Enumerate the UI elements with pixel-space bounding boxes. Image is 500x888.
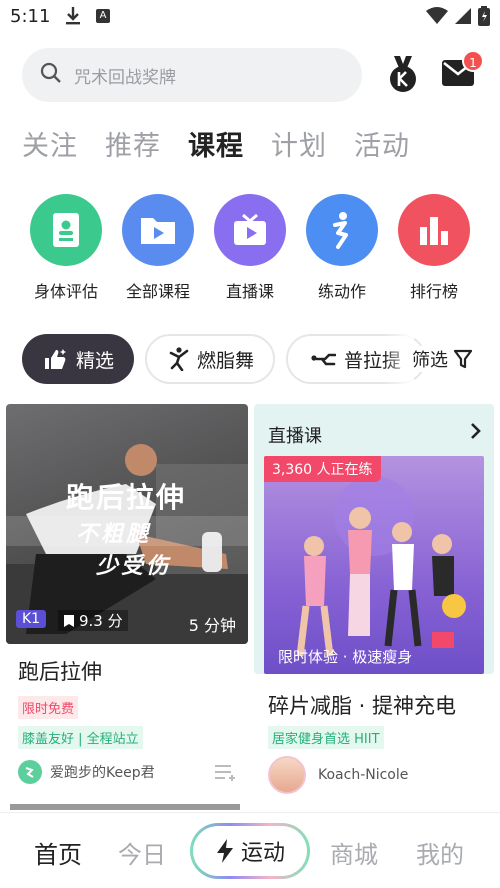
duration: 5 分钟 (188, 616, 236, 635)
cover-subtitle-1: 不粗腿 (76, 522, 152, 547)
rating-value: 9.3 分 (79, 612, 123, 630)
body-assessment-icon (30, 194, 102, 266)
status-time: 5:11 (10, 6, 51, 27)
tab-recommend[interactable]: 推荐 (105, 124, 161, 163)
nav-today[interactable]: 今日 (118, 835, 166, 870)
search-placeholder: 咒术回战奖牌 (74, 67, 176, 88)
signal-icon (455, 8, 471, 24)
funnel-icon (454, 349, 472, 369)
bottom-nav: 首页 今日 运动 商城 我的 (0, 812, 500, 888)
chip-label: 燃脂舞 (197, 349, 255, 372)
category-label: 身体评估 (33, 282, 98, 301)
coach-name: Koach-Nicole (318, 767, 409, 783)
coach[interactable]: Koach-Nicole (268, 756, 408, 794)
tv-live-icon (214, 194, 286, 266)
category-label: 练动作 (317, 282, 366, 301)
live-caption: 限时体验 · 极速瘦身 (278, 648, 413, 666)
category-body-assessment[interactable]: 身体评估 (20, 194, 112, 302)
course-cover-image: 跑后拉伸 不粗腿 少受伤 K1 9.3 分 5 分钟 (6, 404, 248, 644)
live-section-title: 直播课 (268, 426, 322, 447)
author-avatar (18, 760, 42, 784)
live-class-tag: 居家健身首选 HIIT (268, 726, 384, 749)
filter-chips: 精选 燃脂舞 普拉提 筛选 (0, 334, 500, 384)
bar-chart-icon (398, 194, 470, 266)
cover-subtitle-2: 少受伤 (96, 554, 172, 579)
chips-fade (384, 334, 414, 384)
rating: 9.3 分 (58, 610, 128, 631)
battery-icon (478, 6, 490, 26)
thumbs-up-sparkle-icon (44, 348, 68, 370)
level-badge: K1 (16, 610, 47, 628)
category-exercise[interactable]: 练动作 (296, 194, 388, 302)
chevron-right-icon[interactable] (470, 422, 482, 444)
author[interactable]: 爱跑步的Keep君 (18, 760, 155, 784)
a-notification-icon: A (96, 9, 110, 23)
live-class-card[interactable]: 直播课 3,360 人正在练 限时体验 · 极速瘦身 碎片减脂 · 提神充电 居… (254, 404, 496, 804)
notification-badge: 1 (462, 50, 484, 72)
category-live[interactable]: 直播课 (204, 194, 296, 302)
tab-courses[interactable]: 课程 (188, 124, 244, 163)
dancers-illustration (296, 476, 466, 657)
status-bar: 5:11 A (0, 0, 500, 34)
search-icon (40, 62, 62, 88)
nav-home[interactable]: 首页 (34, 835, 82, 870)
coach-avatar (268, 756, 306, 794)
nav-mine[interactable]: 我的 (416, 835, 464, 870)
course-title: 跑后拉伸 (18, 660, 102, 684)
author-name: 爱跑步的Keep君 (50, 765, 155, 781)
download-icon (64, 6, 82, 30)
nav-sport-label: 运动 (240, 841, 285, 866)
filter-label: 筛选 (412, 350, 448, 371)
tab-plan[interactable]: 计划 (271, 124, 327, 163)
chip-label: 精选 (76, 349, 115, 372)
folder-play-icon (122, 194, 194, 266)
live-viewers-pill: 3,360 人正在练 (264, 456, 381, 482)
cover-title: 跑后拉伸 (66, 481, 187, 514)
tab-follow[interactable]: 关注 (22, 124, 78, 163)
category-label: 排行榜 (409, 282, 458, 301)
live-cover-image: 3,360 人正在练 限时体验 · 极速瘦身 (264, 456, 484, 674)
status-indicators (426, 6, 490, 26)
chip-fat-burning-dance[interactable]: 燃脂舞 (145, 334, 275, 384)
next-card-peek (10, 804, 240, 810)
nav-sport-button[interactable]: 运动 (190, 823, 310, 879)
top-tabs: 关注 推荐 课程 计划 活动 (22, 124, 437, 163)
lightning-icon (216, 839, 233, 863)
category-label: 直播课 (225, 282, 274, 301)
live-class-title: 碎片减脂 · 提神充电 (268, 694, 457, 718)
tab-activity[interactable]: 活动 (354, 124, 410, 163)
free-tag: 限时免费 (18, 696, 79, 719)
chip-featured[interactable]: 精选 (22, 334, 134, 384)
dancer-icon (169, 347, 189, 371)
filter-button[interactable]: 筛选 (412, 346, 472, 372)
add-to-list-icon[interactable] (214, 764, 236, 786)
course-card-stretch[interactable]: 跑后拉伸 不粗腿 少受伤 K1 9.3 分 5 分钟 跑后拉伸 限时免费 膝盖友… (6, 404, 248, 804)
feature-tag: 膝盖友好 | 全程站立 (18, 726, 143, 749)
wifi-icon (426, 7, 448, 24)
medal-icon[interactable] (386, 54, 420, 98)
pilates-pose-icon (310, 352, 336, 366)
nav-mall[interactable]: 商城 (330, 835, 378, 870)
exercise-figure-icon (306, 194, 378, 266)
search-bar[interactable]: 咒术回战奖牌 (22, 48, 362, 102)
category-label: 全部课程 (125, 282, 190, 301)
category-ranking[interactable]: 排行榜 (388, 194, 480, 302)
bookmark-icon (64, 614, 74, 627)
category-all-courses[interactable]: 全部课程 (112, 194, 204, 302)
